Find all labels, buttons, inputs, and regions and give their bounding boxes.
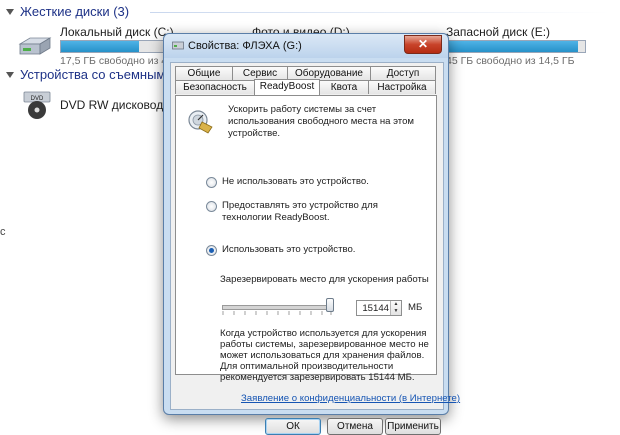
privacy-link[interactable]: Заявление о конфиденциальности (в Интерн…	[241, 393, 460, 404]
stepper-buttons[interactable]: ▲ ▼	[390, 301, 401, 315]
reserve-label: Зарезервировать место для ускорения рабо…	[220, 274, 429, 285]
option-dedicate[interactable]: Предоставлять это устройство для техноло…	[206, 200, 406, 224]
radio-button[interactable]	[206, 177, 217, 188]
close-icon: ✕	[417, 37, 429, 51]
slider-ticks	[222, 311, 332, 315]
tab-sharing[interactable]: Доступ	[370, 66, 436, 80]
ok-button[interactable]: ОК	[265, 418, 321, 435]
removable-header[interactable]: Устройства со съемными н	[6, 67, 183, 82]
readyboost-icon	[188, 110, 213, 134]
stepper-down-icon[interactable]: ▼	[391, 308, 401, 315]
dialog-title: Свойства: ФЛЭХА (G:)	[188, 40, 302, 52]
stepper-up-icon[interactable]: ▲	[391, 301, 401, 308]
radio-button[interactable]	[206, 245, 217, 256]
apply-button[interactable]: Применить	[385, 418, 441, 435]
dvd-drive-icon: DVD	[23, 91, 51, 119]
hard-drive-icon	[18, 37, 52, 55]
drive-e-usage-bar	[446, 40, 586, 53]
drive-icon	[172, 41, 184, 50]
close-button[interactable]: ✕	[404, 35, 442, 54]
reserve-slider-thumb[interactable]	[326, 298, 334, 312]
tab-general[interactable]: Общие	[175, 66, 233, 80]
reserve-size-stepper[interactable]: 15144 ▲ ▼	[356, 300, 402, 316]
tabs-row-bottom: Безопасность ReadyBoost Квота Настройка	[175, 79, 436, 95]
dialog-titlebar[interactable]: Свойства: ФЛЭХА (G:) ✕	[164, 34, 448, 58]
tab-security[interactable]: Безопасность	[175, 80, 255, 94]
tab-customize[interactable]: Настройка	[368, 80, 436, 94]
collapse-icon	[6, 71, 14, 78]
tabs-row-top: Общие Сервис Оборудование Доступ	[175, 66, 436, 80]
properties-dialog: Свойства: ФЛЭХА (G:) ✕ Общие Сервис Обор…	[163, 33, 460, 435]
cancel-button[interactable]: Отмена	[327, 418, 383, 435]
reserve-slider-track[interactable]	[222, 305, 332, 310]
svg-text:DVD: DVD	[31, 96, 44, 102]
readyboost-description: Ускорить работу системы за счет использо…	[228, 104, 415, 139]
readyboost-info: Когда устройство используется для ускоре…	[220, 328, 429, 383]
reserve-size-value[interactable]: 15144	[362, 303, 389, 314]
clipped-text: c	[0, 226, 6, 238]
tab-hardware[interactable]: Оборудование	[287, 66, 371, 80]
tab-readyboost[interactable]: ReadyBoost	[254, 79, 320, 95]
readyboost-panel: Ускорить работу системы за счет использо…	[175, 95, 437, 383]
option-use-device[interactable]: Использовать это устройство.	[206, 244, 355, 256]
tab-service[interactable]: Сервис	[232, 66, 288, 80]
dialog-client: Общие Сервис Оборудование Доступ Безопас…	[170, 62, 460, 435]
radio-button[interactable]	[206, 201, 217, 212]
collapse-icon	[6, 8, 14, 15]
hard-disks-header[interactable]: Жесткие диски (3)	[6, 4, 129, 19]
tab-quota[interactable]: Квота	[319, 80, 369, 94]
section-divider	[150, 12, 610, 13]
reserve-unit: МБ	[408, 302, 423, 313]
option-do-not-use[interactable]: Не использовать это устройство.	[206, 176, 369, 188]
